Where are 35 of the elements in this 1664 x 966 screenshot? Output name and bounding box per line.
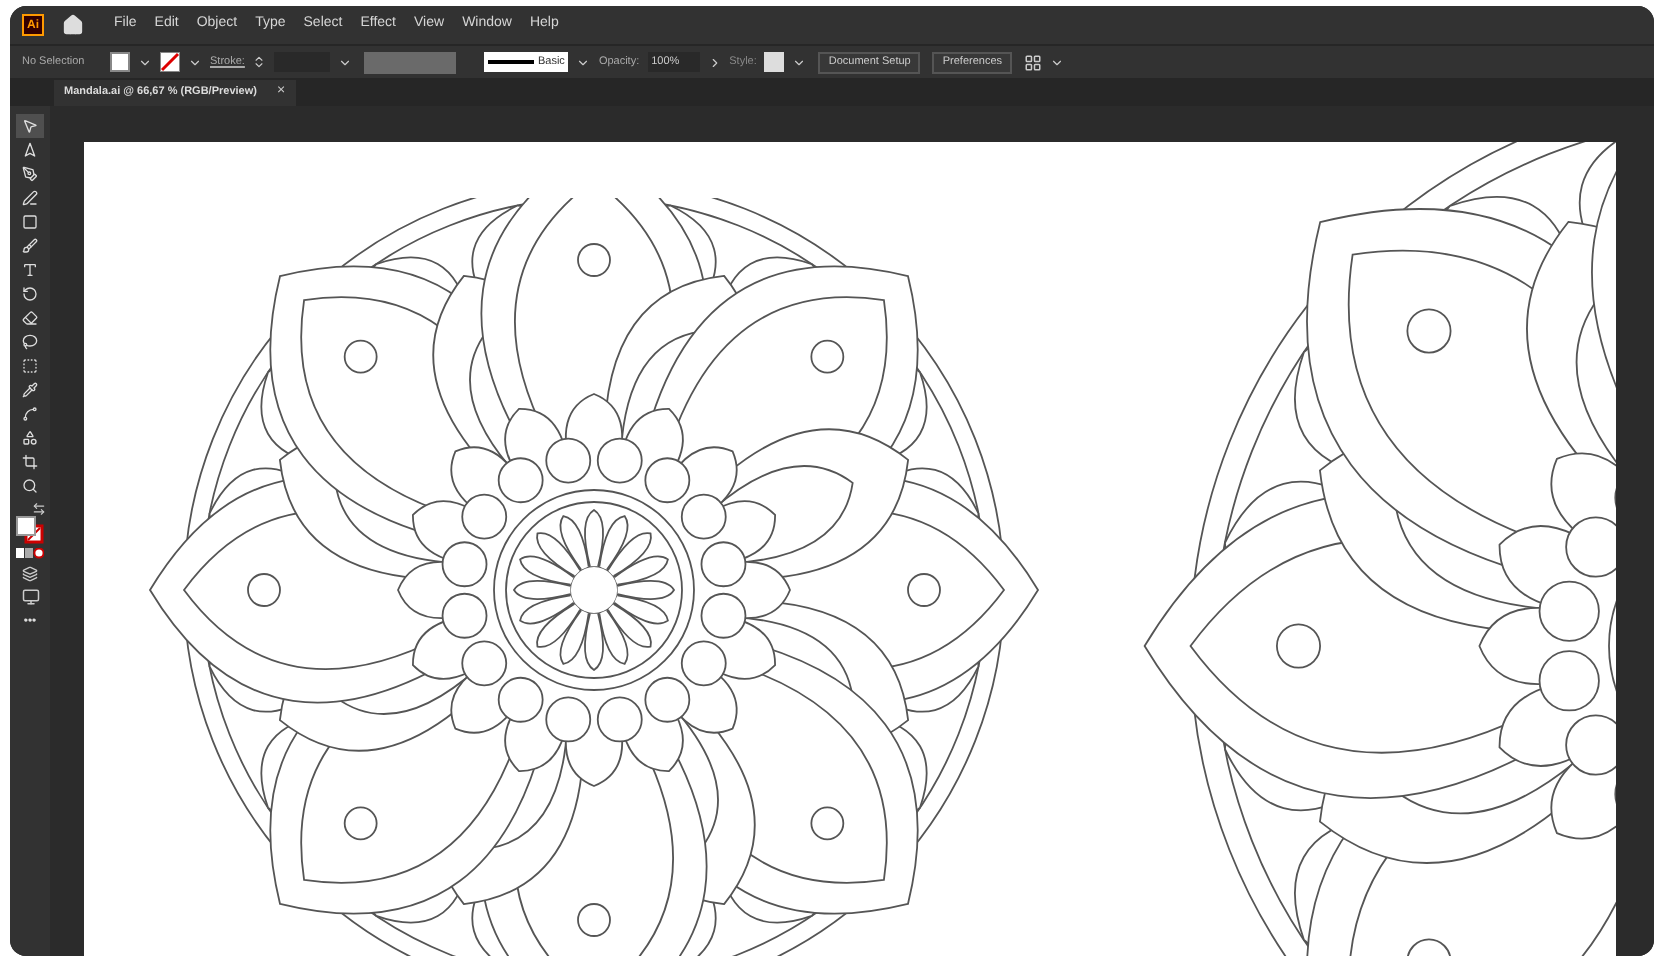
curve-icon	[22, 406, 38, 422]
eyedropper-icon	[22, 382, 38, 398]
style-swatch[interactable]	[764, 52, 785, 72]
rotate-icon	[22, 286, 38, 302]
shapes-icon	[22, 430, 38, 446]
stroke-swatch[interactable]	[160, 52, 180, 72]
pointer-icon	[22, 118, 38, 134]
spinner-icon[interactable]	[252, 54, 267, 70]
crop-icon	[22, 454, 38, 470]
caret-icon[interactable]	[1050, 55, 1065, 69]
screen-mode-icon[interactable]	[21, 588, 39, 606]
tool-button[interactable]	[16, 114, 44, 138]
zoom-icon	[22, 478, 38, 494]
fill-swatch[interactable]	[110, 52, 130, 72]
arrange-icon[interactable]	[1024, 53, 1043, 71]
arrow-icon	[22, 142, 38, 158]
dashed-square-icon	[22, 358, 38, 374]
variable-width-field[interactable]	[364, 51, 457, 73]
caret-icon[interactable]	[188, 55, 202, 69]
color-mode-icon[interactable]	[16, 548, 44, 560]
brush-icon	[22, 238, 38, 254]
draw-mode-icon[interactable]	[22, 566, 38, 582]
caret-icon[interactable]	[576, 55, 591, 69]
caret-icon[interactable]	[792, 55, 807, 69]
pencil-icon	[22, 190, 38, 206]
caret-icon[interactable]	[338, 55, 353, 69]
caret-icon[interactable]	[138, 55, 152, 69]
pen-nib-icon	[22, 166, 38, 182]
fill-stroke-swatch[interactable]	[16, 516, 44, 544]
lasso-icon	[22, 334, 38, 350]
swap-icon[interactable]	[32, 502, 46, 516]
type-icon	[22, 262, 38, 278]
rectangle-icon	[22, 214, 38, 230]
home-icon[interactable]	[62, 14, 84, 36]
eraser-icon	[22, 310, 38, 326]
